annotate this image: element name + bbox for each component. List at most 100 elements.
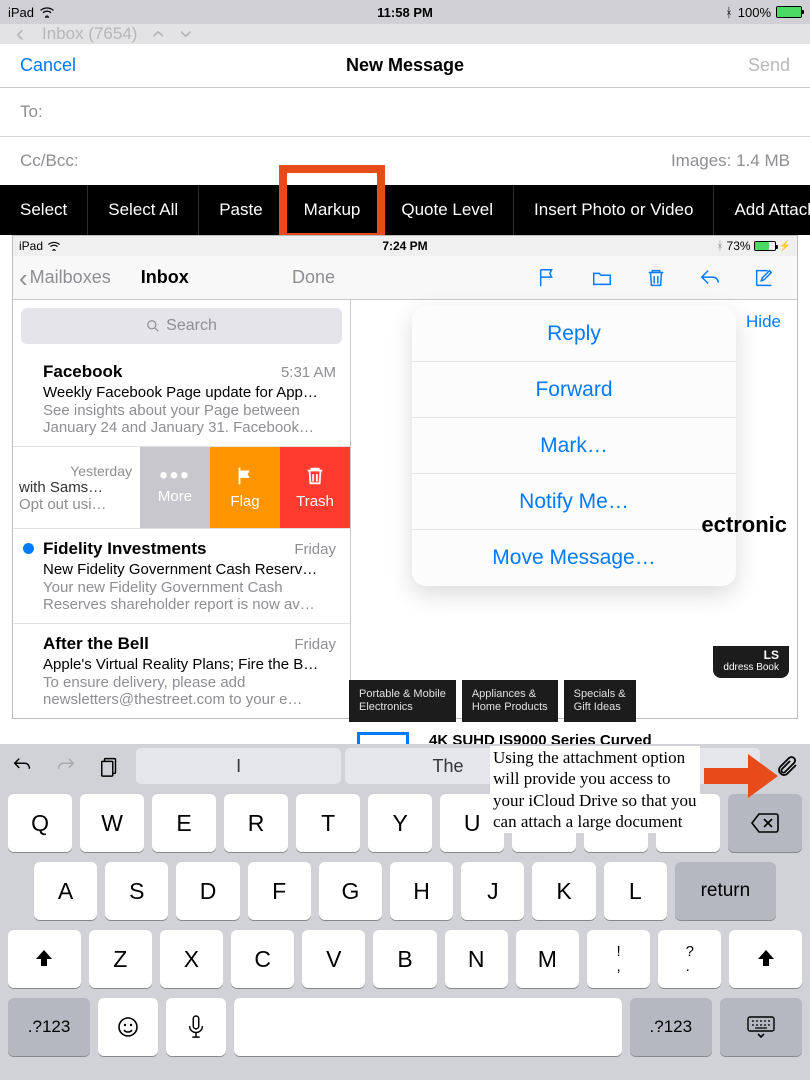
swipe-flag-button[interactable]: Flag	[210, 447, 280, 528]
key-h[interactable]: H	[390, 862, 453, 920]
key-!,[interactable]: ! ,	[587, 930, 650, 988]
edit-menu-quote-level[interactable]: Quote Level	[381, 185, 514, 235]
key-l[interactable]: L	[604, 862, 667, 920]
trash-icon[interactable]	[645, 267, 667, 289]
numeric-key[interactable]: .?123	[630, 998, 712, 1056]
folder-icon[interactable]	[591, 267, 613, 289]
edit-menu-select[interactable]: Select	[0, 185, 88, 235]
cancel-button[interactable]: Cancel	[20, 55, 76, 76]
peek-time: Yesterday	[19, 463, 134, 479]
message-actions-popover: ReplyForwardMark…Notify Me…Move Message…	[412, 306, 736, 586]
hide-button[interactable]: Hide	[746, 312, 781, 332]
shift-key[interactable]	[8, 930, 81, 988]
key-B[interactable]: B	[373, 930, 436, 988]
bluetooth-icon: ᚼ	[716, 239, 723, 253]
status-bar: iPad 11:58 PM ᚼ 100%	[0, 0, 810, 24]
trash-icon	[304, 465, 326, 487]
key-C[interactable]: C	[231, 930, 294, 988]
to-field[interactable]: To:	[0, 88, 810, 137]
swipe-trash-button[interactable]: Trash	[280, 447, 350, 528]
key-r[interactable]: R	[224, 794, 288, 852]
key-?.[interactable]: ? .	[658, 930, 721, 988]
search-placeholder: Search	[166, 317, 217, 335]
key-s[interactable]: S	[105, 862, 168, 920]
mail-cell[interactable]: After the BellFriday Apple's Virtual Rea…	[13, 624, 350, 718]
mail-list: Search Facebook5:31 AM Weekly Facebook P…	[13, 300, 351, 718]
key-d[interactable]: D	[176, 862, 239, 920]
popover-forward[interactable]: Forward	[412, 362, 736, 418]
mail-preview: See insights about your Page between Jan…	[43, 402, 336, 436]
key-k[interactable]: K	[532, 862, 595, 920]
more-icon: •••	[159, 470, 190, 482]
mailboxes-back-button[interactable]: ‹ Mailboxes	[13, 267, 117, 288]
annotation-callout: Using the attachment option will provide…	[490, 746, 700, 833]
key-X[interactable]: X	[160, 930, 223, 988]
numeric-key[interactable]: .?123	[8, 998, 90, 1056]
ccbcc-label: Cc/Bcc:	[20, 151, 79, 171]
mail-preview: To ensure delivery, please add newslette…	[43, 674, 336, 708]
popover-mark-[interactable]: Mark…	[412, 418, 736, 474]
shift-key[interactable]	[729, 930, 802, 988]
status-time: 11:58 PM	[377, 5, 433, 20]
undo-button[interactable]	[0, 744, 44, 788]
mail-time: Friday	[294, 636, 336, 653]
mail-cell-swiped[interactable]: Yesterday with Sams… Opt out usi… ••• Mo…	[13, 447, 350, 529]
search-field[interactable]: Search	[21, 308, 342, 344]
key-Z[interactable]: Z	[89, 930, 152, 988]
send-button[interactable]: Send	[748, 55, 790, 76]
compose-header: Cancel New Message Send	[0, 44, 810, 88]
search-icon	[146, 319, 160, 333]
key-a[interactable]: A	[34, 862, 97, 920]
key-y[interactable]: Y	[368, 794, 432, 852]
key-w[interactable]: W	[80, 794, 144, 852]
edit-menu-markup[interactable]: Markup	[284, 185, 382, 235]
clipboard-button[interactable]	[88, 744, 132, 788]
peek-headline: ectronic	[701, 512, 787, 538]
flag-label: Flag	[230, 493, 259, 510]
mail-from: Facebook	[43, 362, 122, 382]
mail-time: Friday	[294, 541, 336, 558]
edit-menu-paste[interactable]: Paste	[199, 185, 283, 235]
key-e[interactable]: E	[152, 794, 216, 852]
key-g[interactable]: G	[319, 862, 382, 920]
inner-battery: 73%	[727, 239, 751, 253]
emoji-key[interactable]	[98, 998, 158, 1056]
suggestion[interactable]: I	[136, 748, 341, 784]
mic-key[interactable]	[166, 998, 226, 1056]
popover-move-message-[interactable]: Move Message…	[412, 530, 736, 586]
backspace-key[interactable]	[728, 794, 802, 852]
inbox-title: Inbox	[117, 267, 189, 288]
key-q[interactable]: Q	[8, 794, 72, 852]
edit-menu-insert-photo-or-video[interactable]: Insert Photo or Video	[514, 185, 714, 235]
mail-preview: Your new Fidelity Government Cash Reserv…	[43, 579, 336, 613]
swipe-more-button[interactable]: ••• More	[140, 447, 210, 528]
redo-button[interactable]	[44, 744, 88, 788]
peek-line: Opt out usi…	[19, 496, 134, 513]
key-N[interactable]: N	[445, 930, 508, 988]
popover-notify-me-[interactable]: Notify Me…	[412, 474, 736, 530]
return-key[interactable]: return	[675, 862, 776, 920]
faded-mail-nav: ‹ Inbox (7654) ‹ ‹	[0, 24, 810, 44]
reply-icon[interactable]	[699, 267, 721, 289]
edit-menu-select-all[interactable]: Select All	[88, 185, 199, 235]
key-j[interactable]: J	[461, 862, 524, 920]
to-label: To:	[20, 102, 43, 122]
flag-icon[interactable]	[537, 267, 559, 289]
key-f[interactable]: F	[248, 862, 311, 920]
key-t[interactable]: T	[296, 794, 360, 852]
hide-keyboard-key[interactable]	[720, 998, 802, 1056]
mail-cell[interactable]: Fidelity InvestmentsFriday New Fidelity …	[13, 529, 350, 624]
compose-icon[interactable]	[753, 267, 775, 289]
key-M[interactable]: M	[516, 930, 579, 988]
mail-subject: Apple's Virtual Reality Plans; Fire the …	[43, 656, 336, 673]
key-V[interactable]: V	[302, 930, 365, 988]
popover-reply[interactable]: Reply	[412, 306, 736, 362]
edit-menu-add-attachment[interactable]: Add Attachment	[714, 185, 810, 235]
done-button[interactable]: Done	[292, 267, 351, 288]
charging-icon: ⚡	[779, 241, 791, 252]
ccbcc-field[interactable]: Cc/Bcc: Images: 1.4 MB	[0, 137, 810, 185]
mail-cell[interactable]: Facebook5:31 AM Weekly Facebook Page upd…	[13, 352, 350, 447]
inner-nav-bar: ‹ Mailboxes Inbox Done	[13, 256, 797, 300]
space-key[interactable]	[234, 998, 622, 1056]
promo-tab: Portable & Mobile Electronics	[349, 680, 456, 722]
